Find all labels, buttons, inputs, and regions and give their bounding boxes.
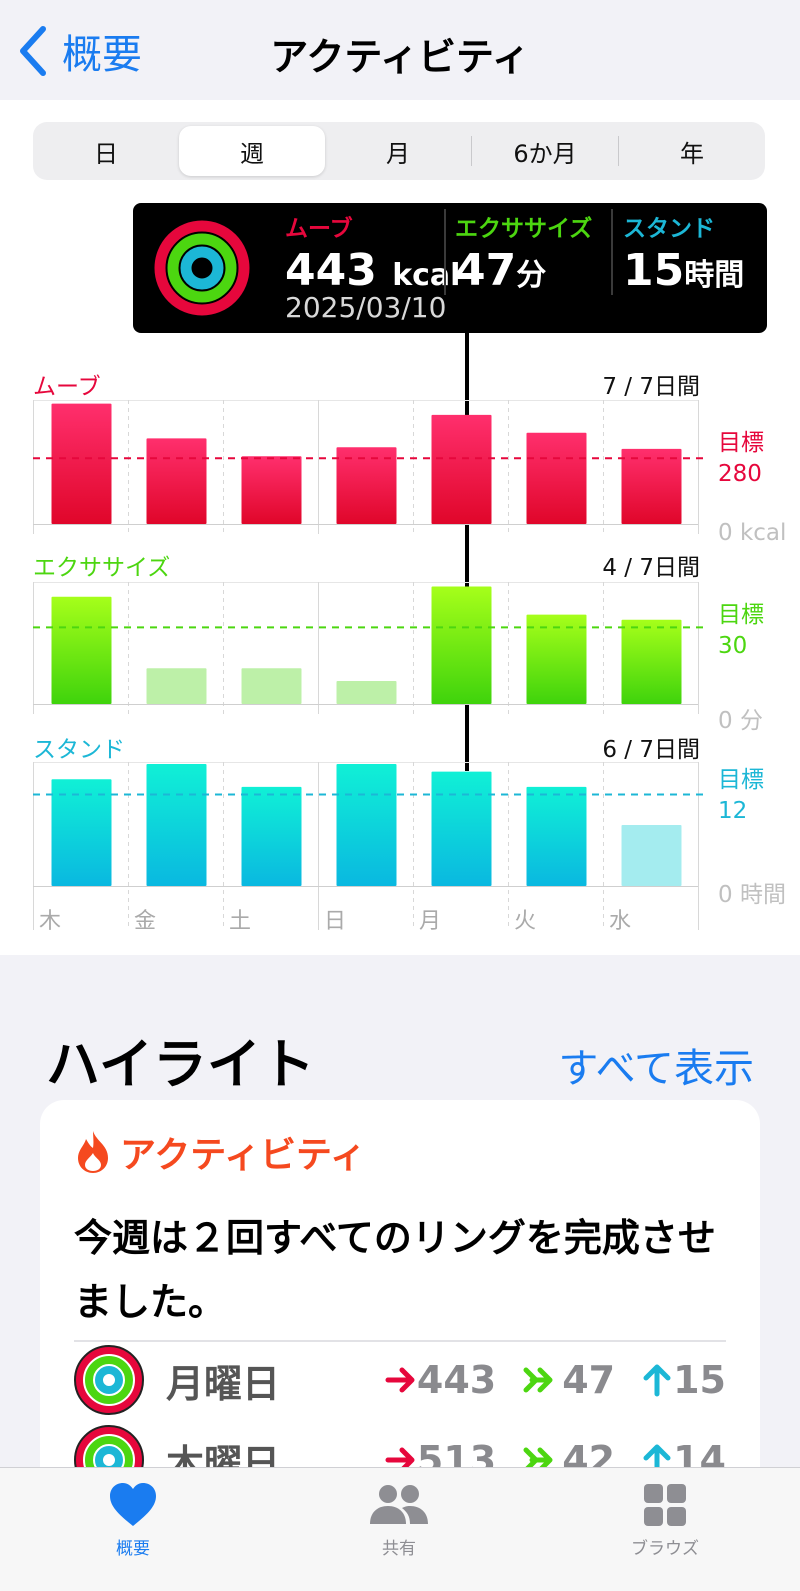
segment-month[interactable]: 月 [325,122,471,180]
segment-week[interactable]: 週 [179,126,325,176]
day-label: 木 [39,909,62,934]
chart-bar [241,786,302,886]
chart-bar [431,586,492,704]
period-segmented-control: 日 週 月 6か月 年 [33,122,765,180]
day-label: 月 [419,909,442,934]
move-chart-count: 7 / 7日間 [602,374,700,400]
card-text: 今週は２回すべてのリングを完成させました。 [74,1216,716,1324]
arrow-up-icon [643,1364,671,1397]
chart-bar [146,668,207,704]
double-chevron-icon [523,1367,553,1393]
highlights-title: ハイライト [46,1033,315,1096]
stand-chart-count: 6 / 7日間 [602,737,700,763]
chart-bar [526,786,587,886]
exercise-chart-title: エクササイズ [33,555,171,581]
row-day: 月曜日 [166,1361,281,1406]
row-stand: 15 [673,1358,726,1402]
chart-bar [146,764,207,886]
tooltip-exercise-value: 47 [455,245,517,296]
stand-zero-label: 0 時間 [718,882,786,908]
segment-year[interactable]: 年 [619,122,765,180]
day-summary-tooltip: ムーブ 443 kcal エクササイズ 47分 スタンド 15時間 2025/0… [133,203,767,333]
heart-icon [110,1483,156,1526]
exercise-goal-value: 30 [718,633,748,659]
card-category-label: アクティビティ [120,1135,366,1176]
people-icon [370,1485,428,1524]
day-label: 金 [134,909,157,934]
nav-bar: 概要 アクティビティ [0,0,800,100]
tooltip-move-value: 443 [285,245,377,296]
chart-bar [621,619,682,704]
stand-goal-value: 12 [718,798,748,824]
move-zero-label: 0 kcal [718,520,787,546]
chart-bar [51,596,112,704]
activity-rings-icon [154,220,250,316]
chart-bar [51,403,112,524]
tooltip-date: 2025/03/10 [285,291,447,324]
stand-goal-label: 目標 12 [718,765,764,827]
flame-icon [78,1131,108,1173]
tooltip-divider [611,209,613,295]
move-goal-word: 目標 [718,430,764,456]
tooltip-move-unit: kcal [392,258,461,293]
row-exercise: 47 [562,1358,616,1402]
tab-summary[interactable]: 概要 [68,1482,198,1559]
exercise-goal-word: 目標 [718,602,764,628]
tab-bar: 概要 共有 ブラウズ [0,1467,800,1591]
day-label: 土 [229,909,252,934]
move-goal-label: 目標 280 [718,428,764,490]
chart-bar [336,681,397,704]
day-label: 日 [324,909,347,934]
tooltip-exercise-unit: 分 [516,258,547,293]
chart-bar [431,414,492,524]
row-move: 443 [416,1358,497,1402]
tooltip-exercise-label: エクササイズ [455,216,593,242]
exercise-goal-label: 目標 30 [718,600,764,662]
exercise-chart-count: 4 / 7日間 [602,555,700,581]
chart-bar [621,825,682,886]
chart-bar [146,438,207,524]
exercise-zero-label: 0 分 [718,708,763,734]
show-all-link[interactable]: すべて表示 [558,1036,754,1094]
move-goal-value: 280 [718,461,762,487]
card-divider [74,1340,726,1342]
tooltip-divider [444,209,446,295]
day-label: 火 [514,909,537,934]
chart-bar [526,432,587,524]
chart-bar [241,456,302,524]
tooltip-stand-label: スタンド [623,216,715,242]
move-chart-title: ムーブ [33,374,101,400]
tab-label: ブラウズ [631,1539,699,1559]
tab-label: 概要 [116,1539,150,1559]
tooltip-stand-unit: 時間 [684,258,745,293]
chart-bar [621,448,682,524]
tab-browse[interactable]: ブラウズ [600,1482,730,1559]
exercise-chart [33,582,709,714]
grid-icon [644,1484,686,1526]
page-title: アクティビティ [270,35,530,79]
chart-bar [241,668,302,704]
list-item[interactable]: 月曜日 443 47 15 [74,1344,726,1416]
chart-bar [336,764,397,886]
tab-sharing[interactable]: 共有 [334,1482,464,1559]
activity-rings-icon [74,1345,144,1415]
stand-chart-title: スタンド [33,737,125,763]
card-category: アクティビティ [74,1126,366,1178]
move-chart [33,400,709,534]
tooltip-stand-value: 15 [623,245,685,296]
segment-6months[interactable]: 6か月 [472,122,618,180]
chart-bar [431,771,492,886]
tab-label: 共有 [382,1539,416,1559]
stand-goal-word: 目標 [718,767,764,793]
day-label: 水 [609,909,632,934]
tooltip-move-label: ムーブ [285,216,353,242]
segment-day[interactable]: 日 [33,122,179,180]
arrow-right-icon [385,1367,415,1393]
